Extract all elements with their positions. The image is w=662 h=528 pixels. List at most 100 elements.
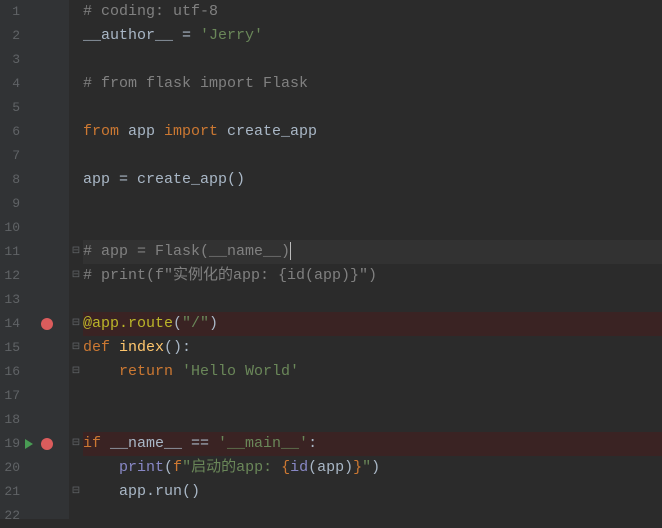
gutter-row[interactable]: 9 xyxy=(0,192,69,216)
code-line[interactable] xyxy=(83,216,662,240)
breakpoint-column[interactable] xyxy=(36,438,58,450)
code-line[interactable]: app = create_app() xyxy=(83,168,662,192)
gutter-row[interactable]: 15 xyxy=(0,336,69,360)
code-line[interactable] xyxy=(83,504,662,528)
fold-icon[interactable]: ⊟ xyxy=(71,264,81,288)
gutter-row[interactable]: 20 xyxy=(0,456,69,480)
code-line[interactable] xyxy=(83,408,662,432)
code-token: "启动的app: xyxy=(182,456,281,480)
gutter-row[interactable]: 3 xyxy=(0,48,69,72)
line-number: 11 xyxy=(0,240,22,264)
gutter-row[interactable]: 18 xyxy=(0,408,69,432)
code-token: # print(f"实例化的app: {id(app)}") xyxy=(83,264,377,288)
code-line[interactable] xyxy=(83,384,662,408)
code-token: } xyxy=(353,456,362,480)
line-number: 4 xyxy=(0,72,22,96)
code-line[interactable]: ⊟if __name__ == '__main__': xyxy=(83,432,662,456)
breakpoint-column[interactable] xyxy=(36,318,58,330)
code-token: # coding: utf-8 xyxy=(83,0,218,24)
code-token: (app) xyxy=(308,456,353,480)
line-number: 17 xyxy=(0,384,22,408)
code-line[interactable]: ⊟ return 'Hello World' xyxy=(83,360,662,384)
code-line[interactable]: ⊟ app.run() xyxy=(83,480,662,504)
gutter-row[interactable]: 7 xyxy=(0,144,69,168)
code-line[interactable]: # from flask import Flask xyxy=(83,72,662,96)
gutter-row[interactable]: 8 xyxy=(0,168,69,192)
gutter-row[interactable]: 5 xyxy=(0,96,69,120)
fold-icon[interactable]: ⊟ xyxy=(71,360,81,384)
fold-icon[interactable]: ⊟ xyxy=(71,432,81,456)
code-token: app = create_app() xyxy=(83,168,245,192)
code-token: print xyxy=(119,456,164,480)
line-number: 19 xyxy=(0,432,22,456)
line-number: 15 xyxy=(0,336,22,360)
line-number: 14 xyxy=(0,312,22,336)
line-number: 13 xyxy=(0,288,22,312)
code-token: create_app xyxy=(227,120,317,144)
code-token: "/" xyxy=(182,312,209,336)
code-token: # from flask import Flask xyxy=(83,72,308,96)
code-line[interactable]: ⊟def index(): xyxy=(83,336,662,360)
fold-icon[interactable]: ⊟ xyxy=(71,480,81,504)
code-line[interactable]: print(f"启动的app: {id(app)}") xyxy=(83,456,662,480)
code-editor: 12345678910111213141516171819202122 # co… xyxy=(0,0,662,519)
code-line[interactable]: ⊟# print(f"实例化的app: {id(app)}") xyxy=(83,264,662,288)
code-token: __author__ xyxy=(83,24,182,48)
gutter-row[interactable]: 21 xyxy=(0,480,69,504)
line-number: 20 xyxy=(0,456,22,480)
gutter-row[interactable]: 12 xyxy=(0,264,69,288)
code-token: : xyxy=(308,432,317,456)
code-token: def xyxy=(83,336,119,360)
gutter-row[interactable]: 2 xyxy=(0,24,69,48)
line-number: 3 xyxy=(0,48,22,72)
code-token: { xyxy=(281,456,290,480)
gutter-row[interactable]: 11 xyxy=(0,240,69,264)
breakpoint-icon[interactable] xyxy=(41,318,53,330)
gutter-row[interactable]: 14 xyxy=(0,312,69,336)
gutter-row[interactable]: 6 xyxy=(0,120,69,144)
gutter-row[interactable]: 22 xyxy=(0,504,69,528)
line-number: 12 xyxy=(0,264,22,288)
code-line[interactable]: # coding: utf-8 xyxy=(83,0,662,24)
code-token: = xyxy=(182,24,200,48)
code-token: app xyxy=(128,120,164,144)
code-line[interactable]: from app import create_app xyxy=(83,120,662,144)
code-line[interactable] xyxy=(83,144,662,168)
line-number: 18 xyxy=(0,408,22,432)
gutter-row[interactable]: 16 xyxy=(0,360,69,384)
code-line[interactable] xyxy=(83,96,662,120)
gutter-row[interactable]: 13 xyxy=(0,288,69,312)
fold-icon[interactable]: ⊟ xyxy=(71,312,81,336)
code-token: '__main__' xyxy=(218,432,308,456)
breakpoint-icon[interactable] xyxy=(41,438,53,450)
code-token: " xyxy=(362,456,371,480)
code-token: # app = Flask(__name__) xyxy=(83,240,290,264)
gutter-row[interactable]: 4 xyxy=(0,72,69,96)
code-line[interactable] xyxy=(83,48,662,72)
code-token: @app.route xyxy=(83,312,173,336)
code-line[interactable] xyxy=(83,192,662,216)
code-token: if xyxy=(83,432,110,456)
code-token: f xyxy=(173,456,182,480)
fold-icon[interactable]: ⊟ xyxy=(71,336,81,360)
line-number: 2 xyxy=(0,24,22,48)
gutter-row[interactable]: 10 xyxy=(0,216,69,240)
gutter-row[interactable]: 19 xyxy=(0,432,69,456)
code-line[interactable]: ⊟# app = Flask(__name__) xyxy=(83,240,662,264)
gutter[interactable]: 12345678910111213141516171819202122 xyxy=(0,0,69,519)
line-number: 21 xyxy=(0,480,22,504)
run-column xyxy=(22,439,36,449)
code-line[interactable]: ⊟@app.route("/") xyxy=(83,312,662,336)
line-number: 5 xyxy=(0,96,22,120)
code-token: ( xyxy=(164,456,173,480)
code-token: import xyxy=(164,120,227,144)
code-token: (): xyxy=(164,336,191,360)
gutter-row[interactable]: 17 xyxy=(0,384,69,408)
fold-icon[interactable]: ⊟ xyxy=(71,240,81,264)
run-arrow-icon[interactable] xyxy=(25,439,33,449)
gutter-row[interactable]: 1 xyxy=(0,0,69,24)
code-line[interactable]: __author__ = 'Jerry' xyxy=(83,24,662,48)
text-cursor xyxy=(290,242,291,260)
code-area[interactable]: # coding: utf-8__author__ = 'Jerry' # fro… xyxy=(69,0,662,519)
code-line[interactable] xyxy=(83,288,662,312)
